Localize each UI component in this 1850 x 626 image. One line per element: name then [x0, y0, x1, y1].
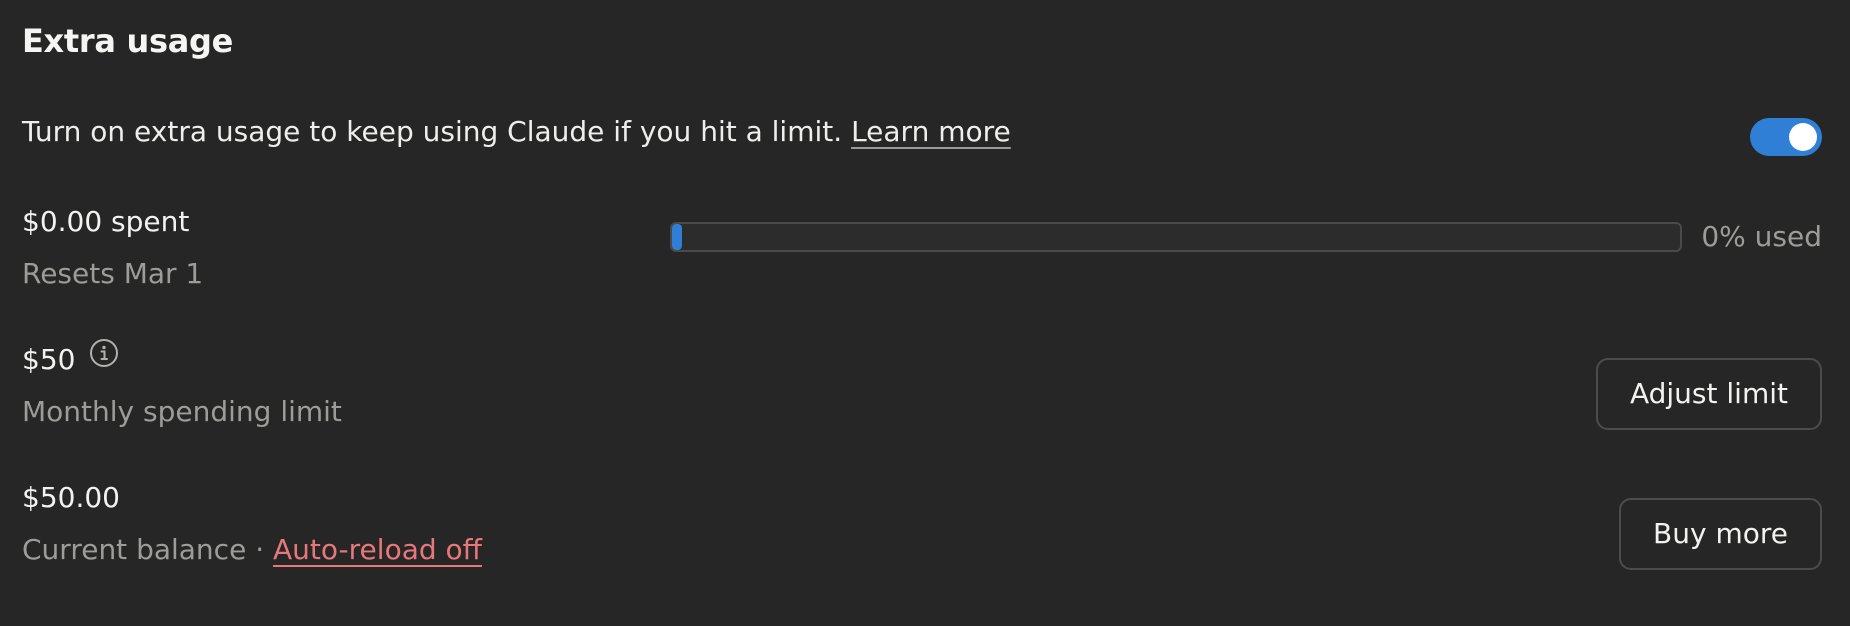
limit-row: $50 Monthly spending limit Adjust limit: [22, 338, 1822, 432]
learn-more-link[interactable]: Learn more: [851, 115, 1011, 148]
auto-reload-link[interactable]: Auto-reload off: [273, 533, 482, 566]
limit-label: Monthly spending limit: [22, 395, 342, 428]
spent-row: $0.00 spent Resets Mar 1 0% used: [22, 202, 1822, 294]
resets-date: Resets Mar 1: [22, 257, 204, 290]
limit-amount: $50: [22, 343, 76, 376]
balance-amount: $50.00: [22, 481, 120, 514]
buy-more-button[interactable]: Buy more: [1619, 498, 1822, 570]
progress-track: [670, 222, 1682, 252]
balance-label-line: Current balance · Auto-reload off: [22, 530, 1822, 570]
extra-usage-toggle-row: Turn on extra usage to keep using Claude…: [22, 112, 1822, 156]
balance-label: Current balance: [22, 533, 247, 566]
extra-usage-description: Turn on extra usage to keep using Claude…: [22, 112, 1011, 152]
toggle-knob: [1789, 123, 1817, 151]
balance-row: $50.00 Current balance · Auto-reload off…: [22, 478, 1822, 570]
usage-percent-label: 0% used: [1701, 220, 1822, 253]
balance-separator: ·: [255, 533, 265, 566]
adjust-limit-button[interactable]: Adjust limit: [1595, 358, 1822, 430]
extra-usage-toggle[interactable]: [1750, 118, 1822, 156]
limit-amount-line: $50: [22, 338, 1822, 380]
info-icon[interactable]: [89, 338, 119, 379]
description-text: Turn on extra usage to keep using Claude…: [22, 115, 843, 148]
usage-progress: 0% used: [670, 220, 1822, 254]
extra-usage-panel: Extra usage Turn on extra usage to keep …: [22, 0, 1822, 626]
progress-fill: [672, 224, 682, 250]
section-title: Extra usage: [22, 22, 234, 60]
